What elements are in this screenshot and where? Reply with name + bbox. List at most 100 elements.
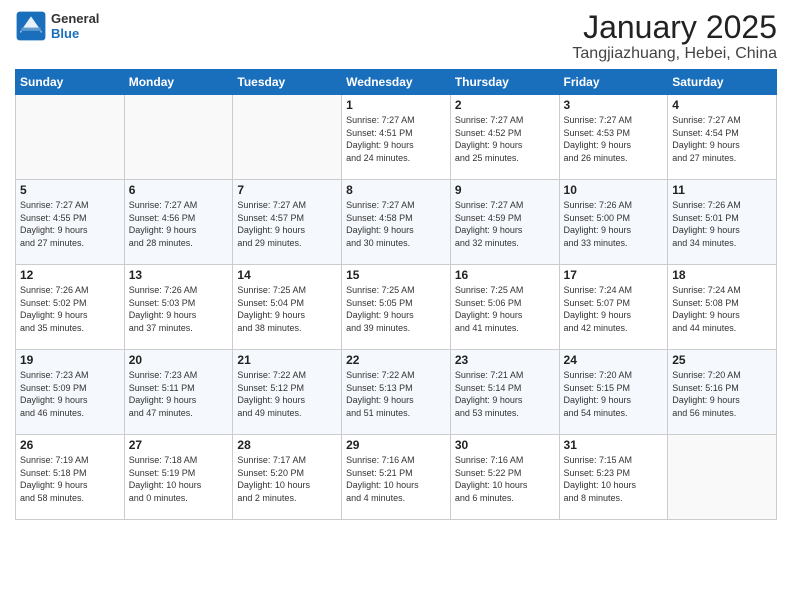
day-info: Sunrise: 7:17 AM Sunset: 5:20 PM Dayligh… (237, 454, 337, 504)
header: General Blue January 2025 Tangjiazhuang,… (15, 10, 777, 63)
day-info: Sunrise: 7:27 AM Sunset: 4:54 PM Dayligh… (672, 114, 772, 164)
day-info: Sunrise: 7:27 AM Sunset: 4:53 PM Dayligh… (564, 114, 664, 164)
day-info: Sunrise: 7:21 AM Sunset: 5:14 PM Dayligh… (455, 369, 555, 419)
calendar-cell: 15 Sunrise: 7:25 AM Sunset: 5:05 PM Dayli… (342, 265, 451, 350)
day-info: Sunrise: 7:26 AM Sunset: 5:01 PM Dayligh… (672, 199, 772, 249)
calendar-cell: 18Sunrise: 7:24 AM Sunset: 5:08 PM Dayli… (668, 265, 777, 350)
day-number: 31 (564, 438, 664, 452)
day-info: Sunrise: 7:26 AM Sunset: 5:02 PM Dayligh… (20, 284, 120, 334)
calendar-cell: 7 Sunrise: 7:27 AM Sunset: 4:57 PM Daylig… (233, 180, 342, 265)
weekday-header-thursday: Thursday (450, 70, 559, 95)
weekday-header-row: SundayMondayTuesdayWednesdayThursdayFrid… (16, 70, 777, 95)
calendar-cell: 10Sunrise: 7:26 AM Sunset: 5:00 PM Dayli… (559, 180, 668, 265)
day-number: 15 (346, 268, 446, 282)
day-info: Sunrise: 7:26 AM Sunset: 5:00 PM Dayligh… (564, 199, 664, 249)
calendar-cell: 5 Sunrise: 7:27 AM Sunset: 4:55 PM Daylig… (16, 180, 125, 265)
calendar-cell: 25 Sunrise: 7:20 AM Sunset: 5:16 PM Dayli… (668, 350, 777, 435)
day-number: 30 (455, 438, 555, 452)
calendar-cell: 29Sunrise: 7:16 AM Sunset: 5:21 PM Dayli… (342, 435, 451, 520)
calendar-cell: 11 Sunrise: 7:26 AM Sunset: 5:01 PM Dayli… (668, 180, 777, 265)
week-row-4: 19Sunrise: 7:23 AM Sunset: 5:09 PM Dayli… (16, 350, 777, 435)
day-info: Sunrise: 7:23 AM Sunset: 5:11 PM Dayligh… (129, 369, 229, 419)
day-number: 28 (237, 438, 337, 452)
day-info: Sunrise: 7:16 AM Sunset: 5:22 PM Dayligh… (455, 454, 555, 504)
day-number: 19 (20, 353, 120, 367)
day-number: 3 (564, 98, 664, 112)
day-info: Sunrise: 7:27 AM Sunset: 4:57 PM Dayligh… (237, 199, 337, 249)
calendar-cell (668, 435, 777, 520)
day-number: 8 (346, 183, 446, 197)
location-title: Tangjiazhuang, Hebei, China (572, 45, 777, 63)
day-number: 16 (455, 268, 555, 282)
weekday-header-sunday: Sunday (16, 70, 125, 95)
weekday-header-monday: Monday (124, 70, 233, 95)
weekday-header-tuesday: Tuesday (233, 70, 342, 95)
day-number: 9 (455, 183, 555, 197)
day-info: Sunrise: 7:18 AM Sunset: 5:19 PM Dayligh… (129, 454, 229, 504)
day-info: Sunrise: 7:25 AM Sunset: 5:04 PM Dayligh… (237, 284, 337, 334)
weekday-header-wednesday: Wednesday (342, 70, 451, 95)
day-info: Sunrise: 7:27 AM Sunset: 4:56 PM Dayligh… (129, 199, 229, 249)
day-info: Sunrise: 7:27 AM Sunset: 4:51 PM Dayligh… (346, 114, 446, 164)
day-number: 22 (346, 353, 446, 367)
calendar-cell (16, 95, 125, 180)
calendar-cell: 28 Sunrise: 7:17 AM Sunset: 5:20 PM Dayli… (233, 435, 342, 520)
calendar-cell: 14 Sunrise: 7:25 AM Sunset: 5:04 PM Dayli… (233, 265, 342, 350)
day-number: 5 (20, 183, 120, 197)
calendar-cell (124, 95, 233, 180)
week-row-1: 1Sunrise: 7:27 AM Sunset: 4:51 PM Daylig… (16, 95, 777, 180)
calendar-cell (233, 95, 342, 180)
calendar-cell: 8 Sunrise: 7:27 AM Sunset: 4:58 PM Daylig… (342, 180, 451, 265)
day-info: Sunrise: 7:27 AM Sunset: 4:59 PM Dayligh… (455, 199, 555, 249)
calendar-cell: 2 Sunrise: 7:27 AM Sunset: 4:52 PM Daylig… (450, 95, 559, 180)
day-number: 2 (455, 98, 555, 112)
day-number: 27 (129, 438, 229, 452)
logo-text: General Blue (51, 11, 99, 41)
calendar-cell: 24Sunrise: 7:20 AM Sunset: 5:15 PM Dayli… (559, 350, 668, 435)
day-number: 17 (564, 268, 664, 282)
day-number: 4 (672, 98, 772, 112)
calendar-cell: 1Sunrise: 7:27 AM Sunset: 4:51 PM Daylig… (342, 95, 451, 180)
calendar-cell: 13 Sunrise: 7:26 AM Sunset: 5:03 PM Dayli… (124, 265, 233, 350)
day-info: Sunrise: 7:25 AM Sunset: 5:06 PM Dayligh… (455, 284, 555, 334)
day-number: 6 (129, 183, 229, 197)
day-info: Sunrise: 7:25 AM Sunset: 5:05 PM Dayligh… (346, 284, 446, 334)
day-number: 26 (20, 438, 120, 452)
calendar-cell: 3 Sunrise: 7:27 AM Sunset: 4:53 PM Daylig… (559, 95, 668, 180)
day-info: Sunrise: 7:19 AM Sunset: 5:18 PM Dayligh… (20, 454, 120, 504)
calendar-cell: 4 Sunrise: 7:27 AM Sunset: 4:54 PM Daylig… (668, 95, 777, 180)
day-info: Sunrise: 7:26 AM Sunset: 5:03 PM Dayligh… (129, 284, 229, 334)
calendar-cell: 16 Sunrise: 7:25 AM Sunset: 5:06 PM Dayli… (450, 265, 559, 350)
week-row-5: 26 Sunrise: 7:19 AM Sunset: 5:18 PM Dayli… (16, 435, 777, 520)
calendar-cell: 17 Sunrise: 7:24 AM Sunset: 5:07 PM Dayli… (559, 265, 668, 350)
title-block: January 2025 Tangjiazhuang, Hebei, China (572, 10, 777, 63)
day-number: 11 (672, 183, 772, 197)
day-info: Sunrise: 7:27 AM Sunset: 4:58 PM Dayligh… (346, 199, 446, 249)
calendar-cell: 26 Sunrise: 7:19 AM Sunset: 5:18 PM Dayli… (16, 435, 125, 520)
day-info: Sunrise: 7:27 AM Sunset: 4:55 PM Dayligh… (20, 199, 120, 249)
week-row-3: 12 Sunrise: 7:26 AM Sunset: 5:02 PM Dayli… (16, 265, 777, 350)
day-info: Sunrise: 7:20 AM Sunset: 5:16 PM Dayligh… (672, 369, 772, 419)
day-info: Sunrise: 7:20 AM Sunset: 5:15 PM Dayligh… (564, 369, 664, 419)
day-number: 20 (129, 353, 229, 367)
day-number: 7 (237, 183, 337, 197)
day-info: Sunrise: 7:27 AM Sunset: 4:52 PM Dayligh… (455, 114, 555, 164)
weekday-header-saturday: Saturday (668, 70, 777, 95)
day-number: 14 (237, 268, 337, 282)
logo-icon (15, 10, 47, 42)
calendar-cell: 31 Sunrise: 7:15 AM Sunset: 5:23 PM Dayli… (559, 435, 668, 520)
day-number: 23 (455, 353, 555, 367)
day-info: Sunrise: 7:15 AM Sunset: 5:23 PM Dayligh… (564, 454, 664, 504)
calendar-cell: 20 Sunrise: 7:23 AM Sunset: 5:11 PM Dayli… (124, 350, 233, 435)
calendar-cell: 22 Sunrise: 7:22 AM Sunset: 5:13 PM Dayli… (342, 350, 451, 435)
calendar-table: SundayMondayTuesdayWednesdayThursdayFrid… (15, 69, 777, 520)
day-number: 18 (672, 268, 772, 282)
day-number: 12 (20, 268, 120, 282)
day-number: 13 (129, 268, 229, 282)
calendar-cell: 9 Sunrise: 7:27 AM Sunset: 4:59 PM Daylig… (450, 180, 559, 265)
day-number: 21 (237, 353, 337, 367)
day-number: 29 (346, 438, 446, 452)
day-number: 25 (672, 353, 772, 367)
day-info: Sunrise: 7:24 AM Sunset: 5:07 PM Dayligh… (564, 284, 664, 334)
day-info: Sunrise: 7:22 AM Sunset: 5:13 PM Dayligh… (346, 369, 446, 419)
